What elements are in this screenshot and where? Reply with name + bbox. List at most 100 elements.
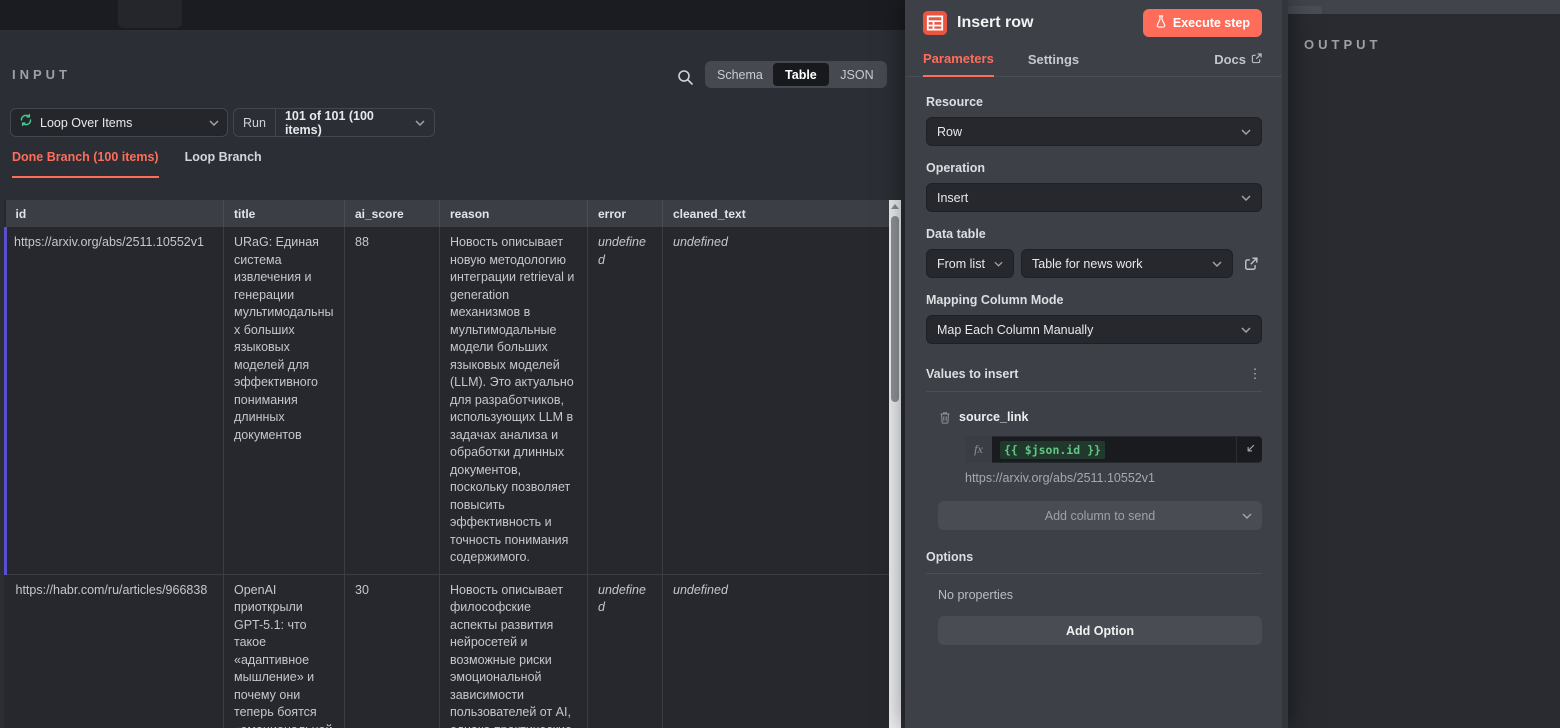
- scrollbar-up-arrow-icon[interactable]: [891, 204, 899, 209]
- flask-icon: [1155, 15, 1167, 31]
- node-title: Insert row: [957, 14, 1143, 32]
- column-header-id[interactable]: id: [6, 200, 224, 227]
- workflow-canvas-strip-right: [1288, 0, 1560, 14]
- column-header-ai-score[interactable]: ai_score: [345, 200, 440, 227]
- column-header-title[interactable]: title: [224, 200, 345, 227]
- trash-icon[interactable]: [938, 406, 952, 428]
- cell-title[interactable]: URaG: Единая система извлечения и генера…: [224, 227, 345, 574]
- node-header: Insert row Execute step: [905, 0, 1282, 37]
- column-header-cleaned-text[interactable]: cleaned_text: [663, 200, 890, 227]
- canvas-tab: [1288, 6, 1322, 14]
- divider: [926, 391, 1262, 392]
- chevron-down-icon: [209, 120, 219, 126]
- output-panel: OUTPUT: [1288, 14, 1560, 728]
- column-header-error[interactable]: error: [588, 200, 663, 227]
- cell-id[interactable]: https://habr.com/ru/articles/966838: [6, 574, 224, 728]
- table-scrollbar[interactable]: [889, 200, 901, 728]
- output-panel-title: OUTPUT: [1304, 37, 1381, 52]
- canvas-element: [118, 0, 182, 28]
- chevron-down-icon: [1241, 195, 1251, 201]
- value-item-source-link: source_link fx {{ $json.id }} https://ar…: [926, 406, 1262, 530]
- tab-done-branch[interactable]: Done Branch (100 items): [12, 150, 159, 178]
- ndv-modal: INPUT Schema Table JSON Loop Over Items …: [0, 0, 1560, 728]
- fx-toggle[interactable]: fx: [965, 436, 992, 463]
- data-table-mode-select[interactable]: From list: [926, 249, 1014, 278]
- value-column-name: source_link: [959, 410, 1028, 424]
- run-value: 101 of 101 (100 items): [276, 109, 415, 136]
- open-data-table-icon[interactable]: [1240, 253, 1262, 275]
- chevron-down-icon: [1242, 513, 1252, 519]
- input-table-container: id title ai_score reason error cleaned_t…: [4, 200, 889, 728]
- input-panel: INPUT Schema Table JSON Loop Over Items …: [0, 30, 905, 728]
- expression-code: {{ $json.id }}: [1000, 441, 1105, 459]
- input-data-table: id title ai_score reason error cleaned_t…: [4, 200, 889, 728]
- cell-cleaned-text[interactable]: undefined: [663, 227, 890, 574]
- node-settings-panel: Insert row Execute step Parameters Setti…: [905, 0, 1288, 728]
- expression-expand-icon[interactable]: [1236, 436, 1262, 463]
- cell-error[interactable]: undefined: [588, 227, 663, 574]
- chevron-down-icon: [994, 261, 1003, 267]
- values-to-insert-label: Values to insert: [926, 367, 1248, 381]
- field-mapping-mode: Mapping Column Mode Map Each Column Manu…: [926, 293, 1262, 344]
- node-tabs: Parameters Settings Docs: [905, 47, 1282, 77]
- cell-reason[interactable]: Новость описывает новую методологию инте…: [440, 227, 588, 574]
- data-table-node-icon: [923, 11, 947, 35]
- loop-icon: [19, 113, 33, 132]
- field-operation: Operation Insert: [926, 161, 1262, 212]
- options-label: Options: [926, 550, 1262, 564]
- cell-reason[interactable]: Новость описывает философские аспекты ра…: [440, 574, 588, 728]
- parameters-body: Resource Row Operation Insert Data table…: [905, 77, 1282, 645]
- scrollbar-thumb[interactable]: [891, 216, 899, 402]
- column-header-reason[interactable]: reason: [440, 200, 588, 227]
- chevron-down-icon: [415, 109, 434, 136]
- table-row: https://habr.com/ru/articles/966838 Open…: [6, 574, 890, 728]
- kebab-menu-icon[interactable]: ⋮: [1248, 366, 1262, 382]
- table-header-row: id title ai_score reason error cleaned_t…: [6, 200, 890, 227]
- data-table-label: Data table: [926, 227, 1262, 241]
- add-option-button[interactable]: Add Option: [938, 616, 1262, 645]
- input-node-name: Loop Over Items: [40, 116, 209, 130]
- search-icon[interactable]: [674, 66, 696, 88]
- resource-label: Resource: [926, 95, 1262, 109]
- expression-input[interactable]: {{ $json.id }}: [992, 436, 1236, 463]
- cell-cleaned-text[interactable]: undefined: [663, 574, 890, 728]
- field-data-table: Data table From list Table for news work: [926, 227, 1262, 278]
- cell-title[interactable]: OpenAI приоткрыли GPT-5.1: что такое «ад…: [224, 574, 345, 728]
- chevron-down-icon: [1212, 261, 1222, 267]
- field-values-to-insert: Values to insert ⋮ source_link fx {{: [926, 366, 1262, 530]
- external-link-icon: [1251, 52, 1262, 67]
- execute-step-button[interactable]: Execute step: [1143, 9, 1262, 37]
- mapping-mode-select[interactable]: Map Each Column Manually: [926, 315, 1262, 344]
- table-row: https://arxiv.org/abs/2511.10552v1 URaG:…: [6, 227, 890, 574]
- chevron-down-icon: [1241, 327, 1251, 333]
- tab-json[interactable]: JSON: [829, 63, 885, 86]
- cell-ai-score[interactable]: 88: [345, 227, 440, 574]
- branch-tabs: Done Branch (100 items) Loop Branch: [12, 150, 262, 178]
- tab-schema[interactable]: Schema: [707, 63, 773, 86]
- docs-link[interactable]: Docs: [1214, 52, 1262, 76]
- operation-label: Operation: [926, 161, 1262, 175]
- tab-parameters[interactable]: Parameters: [923, 51, 994, 77]
- cell-id[interactable]: https://arxiv.org/abs/2511.10552v1: [6, 227, 224, 574]
- tab-settings[interactable]: Settings: [1028, 52, 1079, 76]
- mapping-mode-label: Mapping Column Mode: [926, 293, 1262, 307]
- expression-result-preview: https://arxiv.org/abs/2511.10552v1: [965, 471, 1262, 485]
- add-column-to-send-button[interactable]: Add column to send: [938, 501, 1262, 530]
- resource-select[interactable]: Row: [926, 117, 1262, 146]
- operation-select[interactable]: Insert: [926, 183, 1262, 212]
- tab-table[interactable]: Table: [773, 63, 829, 86]
- cell-error[interactable]: undefined: [588, 574, 663, 728]
- field-options: Options No properties Add Option: [926, 550, 1262, 645]
- input-node-selector[interactable]: Loop Over Items: [10, 108, 228, 137]
- data-table-value-select[interactable]: Table for news work: [1021, 249, 1233, 278]
- view-mode-switch: Schema Table JSON: [705, 61, 887, 88]
- tab-loop-branch[interactable]: Loop Branch: [185, 150, 262, 178]
- run-selector[interactable]: Run 101 of 101 (100 items): [233, 108, 435, 137]
- cell-ai-score[interactable]: 30: [345, 574, 440, 728]
- field-resource: Resource Row: [926, 95, 1262, 146]
- divider: [926, 573, 1262, 574]
- expression-field: fx {{ $json.id }}: [965, 436, 1262, 463]
- options-empty-text: No properties: [938, 588, 1262, 602]
- run-label: Run: [234, 109, 276, 136]
- chevron-down-icon: [1241, 129, 1251, 135]
